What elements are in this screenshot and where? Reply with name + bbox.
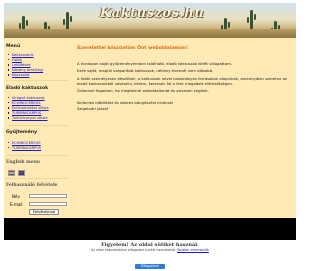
collection-item: TURBINICARPUS: [8, 145, 41, 150]
cookie-text: Az oldal használatával elfogadod a sütik…: [91, 248, 176, 252]
desert-ground: [4, 29, 296, 38]
name-label: Név: [12, 194, 20, 199]
email-label: E-mail: [10, 202, 23, 207]
page: Kaktuszos.hu Menü Kaktuszaink Fotók Letö…: [4, 3, 296, 265]
sale-list: Virágzó kaktuszok ECHINOCEREUS Echinomas…: [8, 95, 49, 120]
english-flag-icon[interactable]: [18, 170, 25, 176]
main-content: Szeretettel köszöntöm Önt weboldalamon! …: [74, 38, 294, 218]
sidebar-divider: [6, 155, 68, 156]
cookie-accept-button[interactable]: Elfogadom: [134, 264, 166, 269]
cookie-notice: Figyelem! Az oldal sütiket használ. Az o…: [0, 240, 300, 269]
page-title: Szeretettel köszöntöm Önt weboldalamon!: [77, 46, 188, 51]
sidebar: Menü Kaktuszaink Fotók Letöltések Növény…: [4, 38, 70, 218]
intro-paragraph: Ezek saját, magról szaporított kaktuszok…: [77, 68, 214, 73]
header-banner: Kaktuszos.hu: [4, 3, 296, 38]
menu-heading: Menü: [6, 44, 21, 49]
cookie-text-line: Az oldal használatával elfogadod a sütik…: [0, 248, 300, 252]
signature-text: Szigetvári József: [77, 106, 109, 111]
closing-text: Kellemes időtöltést és sikeres böngészés…: [77, 100, 174, 105]
cookie-more-info-link[interactable]: További információk: [177, 248, 209, 252]
sidebar-divider: [6, 178, 68, 179]
menu-list: Kaktuszaink Fotók Letöltések Növény-árak…: [8, 52, 43, 77]
collection-list: ECHINOCEREUS TURBINICARPUS: [8, 140, 41, 150]
footer-bar: [4, 218, 296, 240]
email-field[interactable]: [29, 202, 67, 206]
menu-item: Kapcsolat: [8, 72, 43, 77]
hungarian-flag-icon[interactable]: [8, 170, 15, 176]
sale-item: Turbinicarpus slitsla: [8, 115, 49, 120]
language-heading: English menu: [6, 160, 40, 165]
name-field[interactable]: [29, 194, 67, 198]
intro-paragraph: Örömmel fogadom, ha megtekinti weboldala…: [77, 88, 209, 93]
sidebar-divider: [6, 80, 68, 81]
sidebar-divider: [6, 125, 68, 126]
collection-link-turbinicarpus[interactable]: TURBINICARPUS: [12, 146, 41, 150]
collection-heading: Gyűjtemény: [6, 130, 38, 135]
intro-paragraph: A fotók személyesen készültek, a kaktusz…: [77, 76, 288, 86]
site-logo-title[interactable]: Kaktuszos.hu: [88, 6, 216, 21]
register-submit-button[interactable]: Felvétel/csal: [29, 209, 60, 215]
intro-paragraph: A honlapon saját gyűjteményemben találha…: [77, 61, 232, 66]
sale-heading: Eladó kaktuszok: [6, 86, 49, 91]
language-flags: [8, 170, 25, 176]
register-heading: Felhasználó felvétele: [6, 183, 58, 188]
sale-link-turbinicarpus-slitsla[interactable]: Turbinicarpus slitsla: [12, 116, 48, 120]
menu-link-kapcsolat[interactable]: Kapcsolat: [12, 73, 29, 77]
